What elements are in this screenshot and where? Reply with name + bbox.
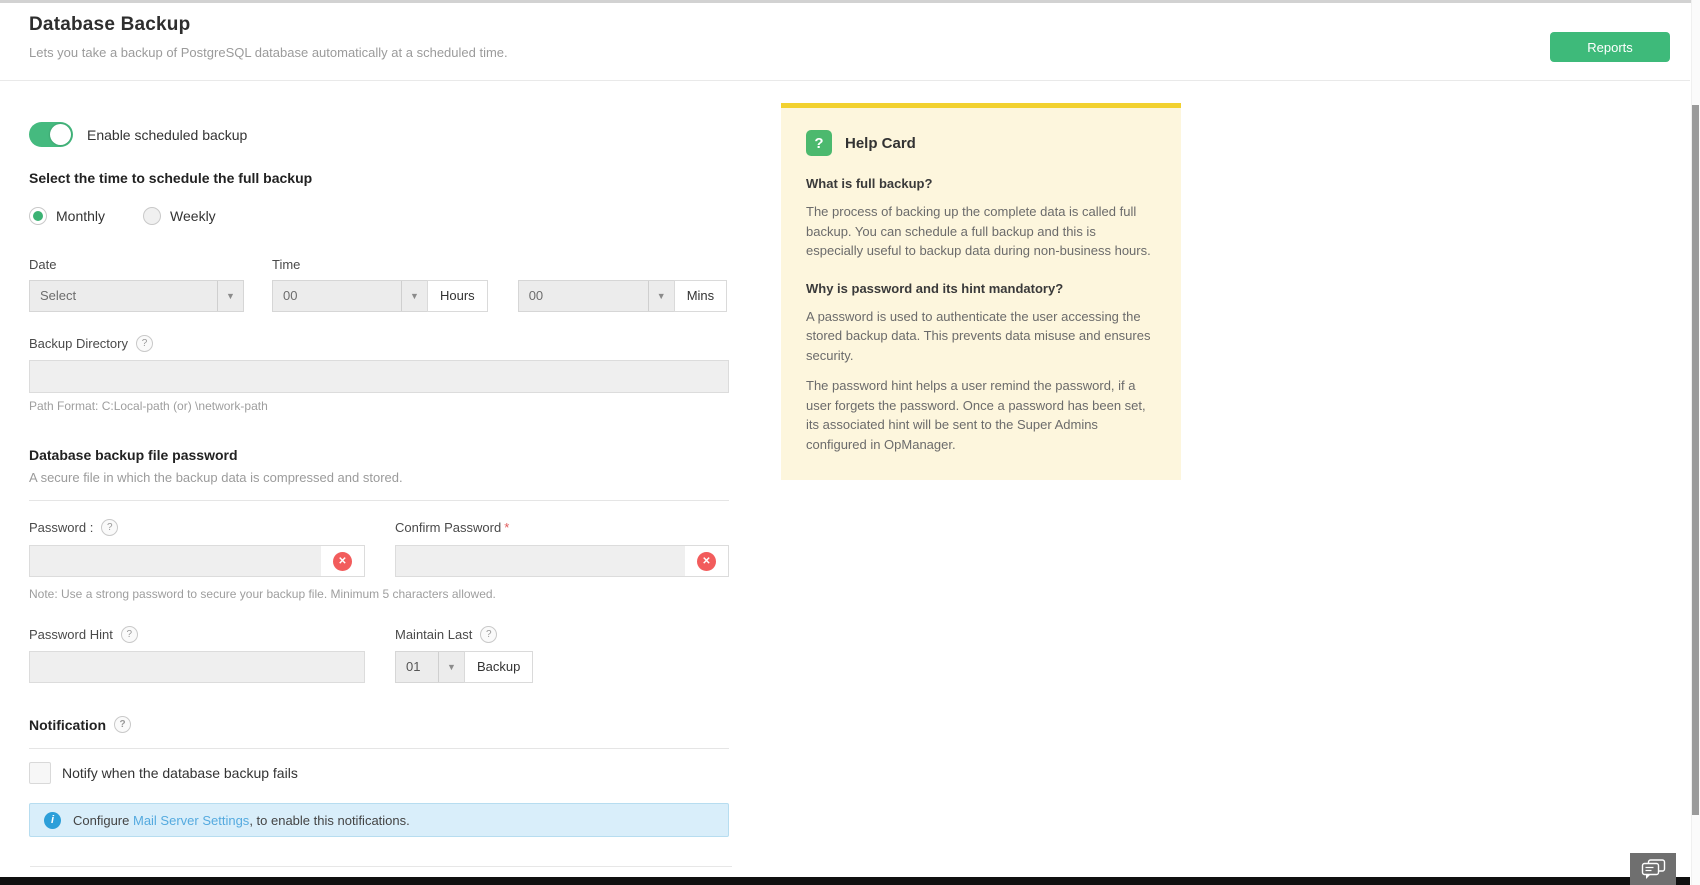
date-select-value: Select — [40, 288, 77, 303]
schedule-section-heading: Select the time to schedule the full bac… — [29, 170, 313, 186]
header-divider — [0, 80, 1690, 81]
footer-divider — [30, 866, 732, 867]
radio-weekly-circle[interactable] — [143, 207, 162, 225]
mins-select-value: 00 — [528, 288, 544, 303]
section-divider — [29, 500, 729, 501]
maintain-last-select[interactable]: 01 ▼ — [395, 651, 465, 683]
mins-unit-label: Mins — [673, 280, 728, 312]
confirm-password-validation-cell: ✕ — [685, 546, 728, 576]
radio-selected-dot — [33, 211, 43, 221]
help-icon[interactable]: ? — [114, 716, 131, 733]
page-subtitle: Lets you take a backup of PostgreSQL dat… — [29, 45, 508, 60]
page-title: Database Backup — [29, 14, 191, 35]
notify-on-failure-checkbox[interactable] — [29, 762, 51, 784]
password-section-heading: Database backup file password — [29, 447, 238, 463]
backup-settings-form: Enable scheduled backup Select the time … — [29, 103, 729, 837]
window-top-edge — [0, 0, 1700, 3]
chevron-down-icon[interactable]: ▼ — [217, 281, 243, 311]
password-note: Note: Use a strong password to secure yo… — [29, 587, 496, 601]
password-hint-label: Password Hint — [29, 627, 113, 642]
mail-server-info-text: Configure Mail Server Settings, to enabl… — [73, 813, 410, 828]
password-section-description: A secure file in which the backup data i… — [29, 470, 403, 485]
date-select[interactable]: Select ▼ — [29, 280, 244, 312]
enable-backup-toggle[interactable] — [29, 122, 73, 147]
help-icon[interactable]: ? — [135, 335, 153, 352]
bottom-edge-bar — [0, 877, 1690, 885]
info-prefix: Configure — [73, 812, 133, 828]
radio-weekly-label: Weekly — [170, 208, 216, 224]
password-hint-input[interactable] — [29, 651, 365, 683]
help-answer-2b: The password hint helps a user remind th… — [806, 378, 1146, 452]
required-asterisk: * — [504, 520, 510, 535]
confirm-password-label: Confirm Password — [395, 520, 502, 535]
password-validation-cell: ✕ — [321, 546, 364, 576]
reports-button[interactable]: Reports — [1550, 32, 1670, 62]
maintain-last-value: 01 — [406, 659, 421, 674]
mins-select[interactable]: 00 ▼ — [517, 280, 675, 312]
radio-weekly[interactable]: Weekly — [143, 207, 216, 225]
chevron-down-icon[interactable]: ▼ — [401, 281, 427, 311]
help-card-title: Help Card — [845, 134, 916, 152]
help-answer-2a: A password is used to authenticate the u… — [806, 308, 1151, 363]
help-icon[interactable]: ? — [120, 626, 138, 643]
chevron-down-icon[interactable]: ▼ — [647, 281, 674, 311]
vertical-scrollbar-thumb[interactable] — [1692, 105, 1699, 815]
confirm-password-input[interactable] — [396, 546, 685, 576]
help-card-question-icon: ? — [806, 130, 832, 156]
error-icon: ✕ — [697, 551, 716, 571]
backup-directory-input[interactable] — [29, 360, 729, 393]
time-label: Time — [272, 257, 301, 272]
page-header: Database Backup Lets you take a backup o… — [29, 14, 508, 60]
maintain-last-label: Maintain Last — [395, 627, 473, 642]
hours-unit-label: Hours — [427, 280, 488, 312]
password-label: Password : — [29, 520, 94, 535]
error-icon: ✕ — [333, 551, 352, 571]
toggle-knob — [50, 124, 71, 145]
enable-backup-label: Enable scheduled backup — [87, 126, 248, 143]
radio-monthly-label: Monthly — [56, 208, 106, 224]
notification-heading: Notification — [29, 716, 106, 733]
radio-monthly-circle[interactable] — [29, 207, 47, 225]
hours-select-value: 00 — [283, 288, 298, 303]
date-label: Date — [29, 257, 57, 272]
info-suffix: , to enable this notifications. — [249, 812, 410, 828]
section-divider — [29, 748, 729, 749]
frequency-radio-group: Monthly Weekly — [29, 207, 729, 225]
info-icon: i — [44, 811, 61, 829]
radio-monthly[interactable]: Monthly — [29, 207, 105, 225]
backup-directory-label: Backup Directory — [29, 336, 128, 351]
maintain-unit-label: Backup — [464, 651, 534, 683]
help-icon[interactable]: ? — [101, 519, 119, 536]
path-format-hint: Path Format: C:Local-path (or) \network-… — [29, 399, 268, 413]
password-input[interactable] — [30, 546, 321, 576]
help-question-1: What is full backup? — [806, 176, 933, 191]
help-icon[interactable]: ? — [480, 626, 498, 643]
notify-on-failure-label: Notify when the database backup fails — [62, 765, 298, 781]
mail-server-settings-link[interactable]: Mail Server Settings — [133, 813, 249, 828]
help-question-2: Why is password and its hint mandatory? — [806, 280, 1064, 296]
mail-server-info-banner: i Configure Mail Server Settings, to ena… — [29, 803, 729, 837]
chat-bubbles-icon — [1641, 858, 1666, 879]
hours-select[interactable]: 00 ▼ — [272, 280, 428, 312]
help-answer-1: The process of backing up the complete d… — [806, 204, 1151, 258]
vertical-scrollbar-track[interactable] — [1691, 0, 1700, 885]
feedback-chat-button[interactable] — [1630, 853, 1676, 885]
chevron-down-icon[interactable]: ▼ — [438, 652, 464, 682]
help-card: ? Help Card What is full backup? The pro… — [781, 103, 1181, 480]
